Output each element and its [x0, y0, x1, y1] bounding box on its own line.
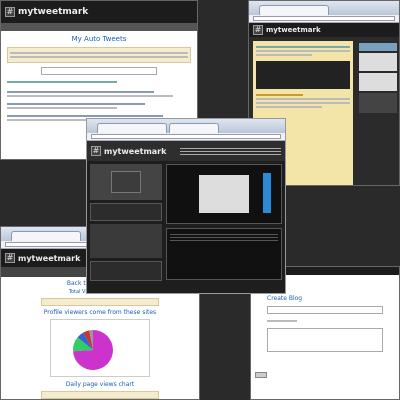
- text-input[interactable]: [41, 67, 157, 75]
- address-bar[interactable]: [253, 16, 395, 21]
- window-center: # mytweetmark: [86, 118, 286, 294]
- site-logo: mytweetmark: [18, 253, 81, 263]
- page-heading: My Auto Tweets: [71, 35, 127, 43]
- hash-logo-icon: #: [5, 253, 15, 263]
- browser-tab[interactable]: [11, 231, 81, 241]
- hash-logo-icon: #: [91, 146, 101, 156]
- left-column: [90, 164, 162, 281]
- site-logo: mytweetmark: [266, 26, 321, 34]
- info-box: [7, 47, 191, 63]
- site-logo: mytweetmark: [104, 146, 167, 156]
- browser-tabs: [249, 1, 399, 15]
- hash-logo-icon: #: [253, 25, 263, 35]
- form-heading: Create Blog: [267, 295, 303, 302]
- sidebar: [357, 41, 399, 185]
- intro-text: [180, 146, 281, 157]
- promo-image: [90, 164, 162, 200]
- browser-tab[interactable]: [169, 123, 219, 133]
- browser-tabs: [87, 119, 285, 133]
- section-title: Daily page views chart: [65, 381, 135, 388]
- browser-tab[interactable]: [259, 5, 329, 15]
- video-preview: [166, 164, 282, 224]
- site-logo: mytweetmark: [18, 7, 89, 17]
- right-column: [166, 164, 282, 281]
- site-header: # mytweetmark: [1, 1, 197, 23]
- tweet-list: [7, 91, 191, 121]
- pie-chart: [73, 330, 113, 370]
- submit-button[interactable]: [255, 372, 267, 378]
- content-textarea[interactable]: [267, 328, 383, 352]
- address-bar[interactable]: [91, 134, 281, 139]
- title-input[interactable]: [267, 306, 383, 314]
- browser-tab[interactable]: [97, 123, 167, 133]
- chart-title: Profile viewers come from these sites: [43, 309, 157, 316]
- hash-logo-icon: #: [5, 7, 15, 17]
